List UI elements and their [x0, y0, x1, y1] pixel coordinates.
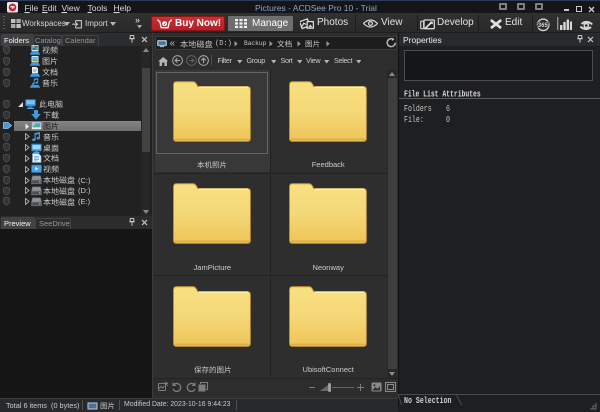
svg-text:365: 365: [538, 23, 549, 29]
